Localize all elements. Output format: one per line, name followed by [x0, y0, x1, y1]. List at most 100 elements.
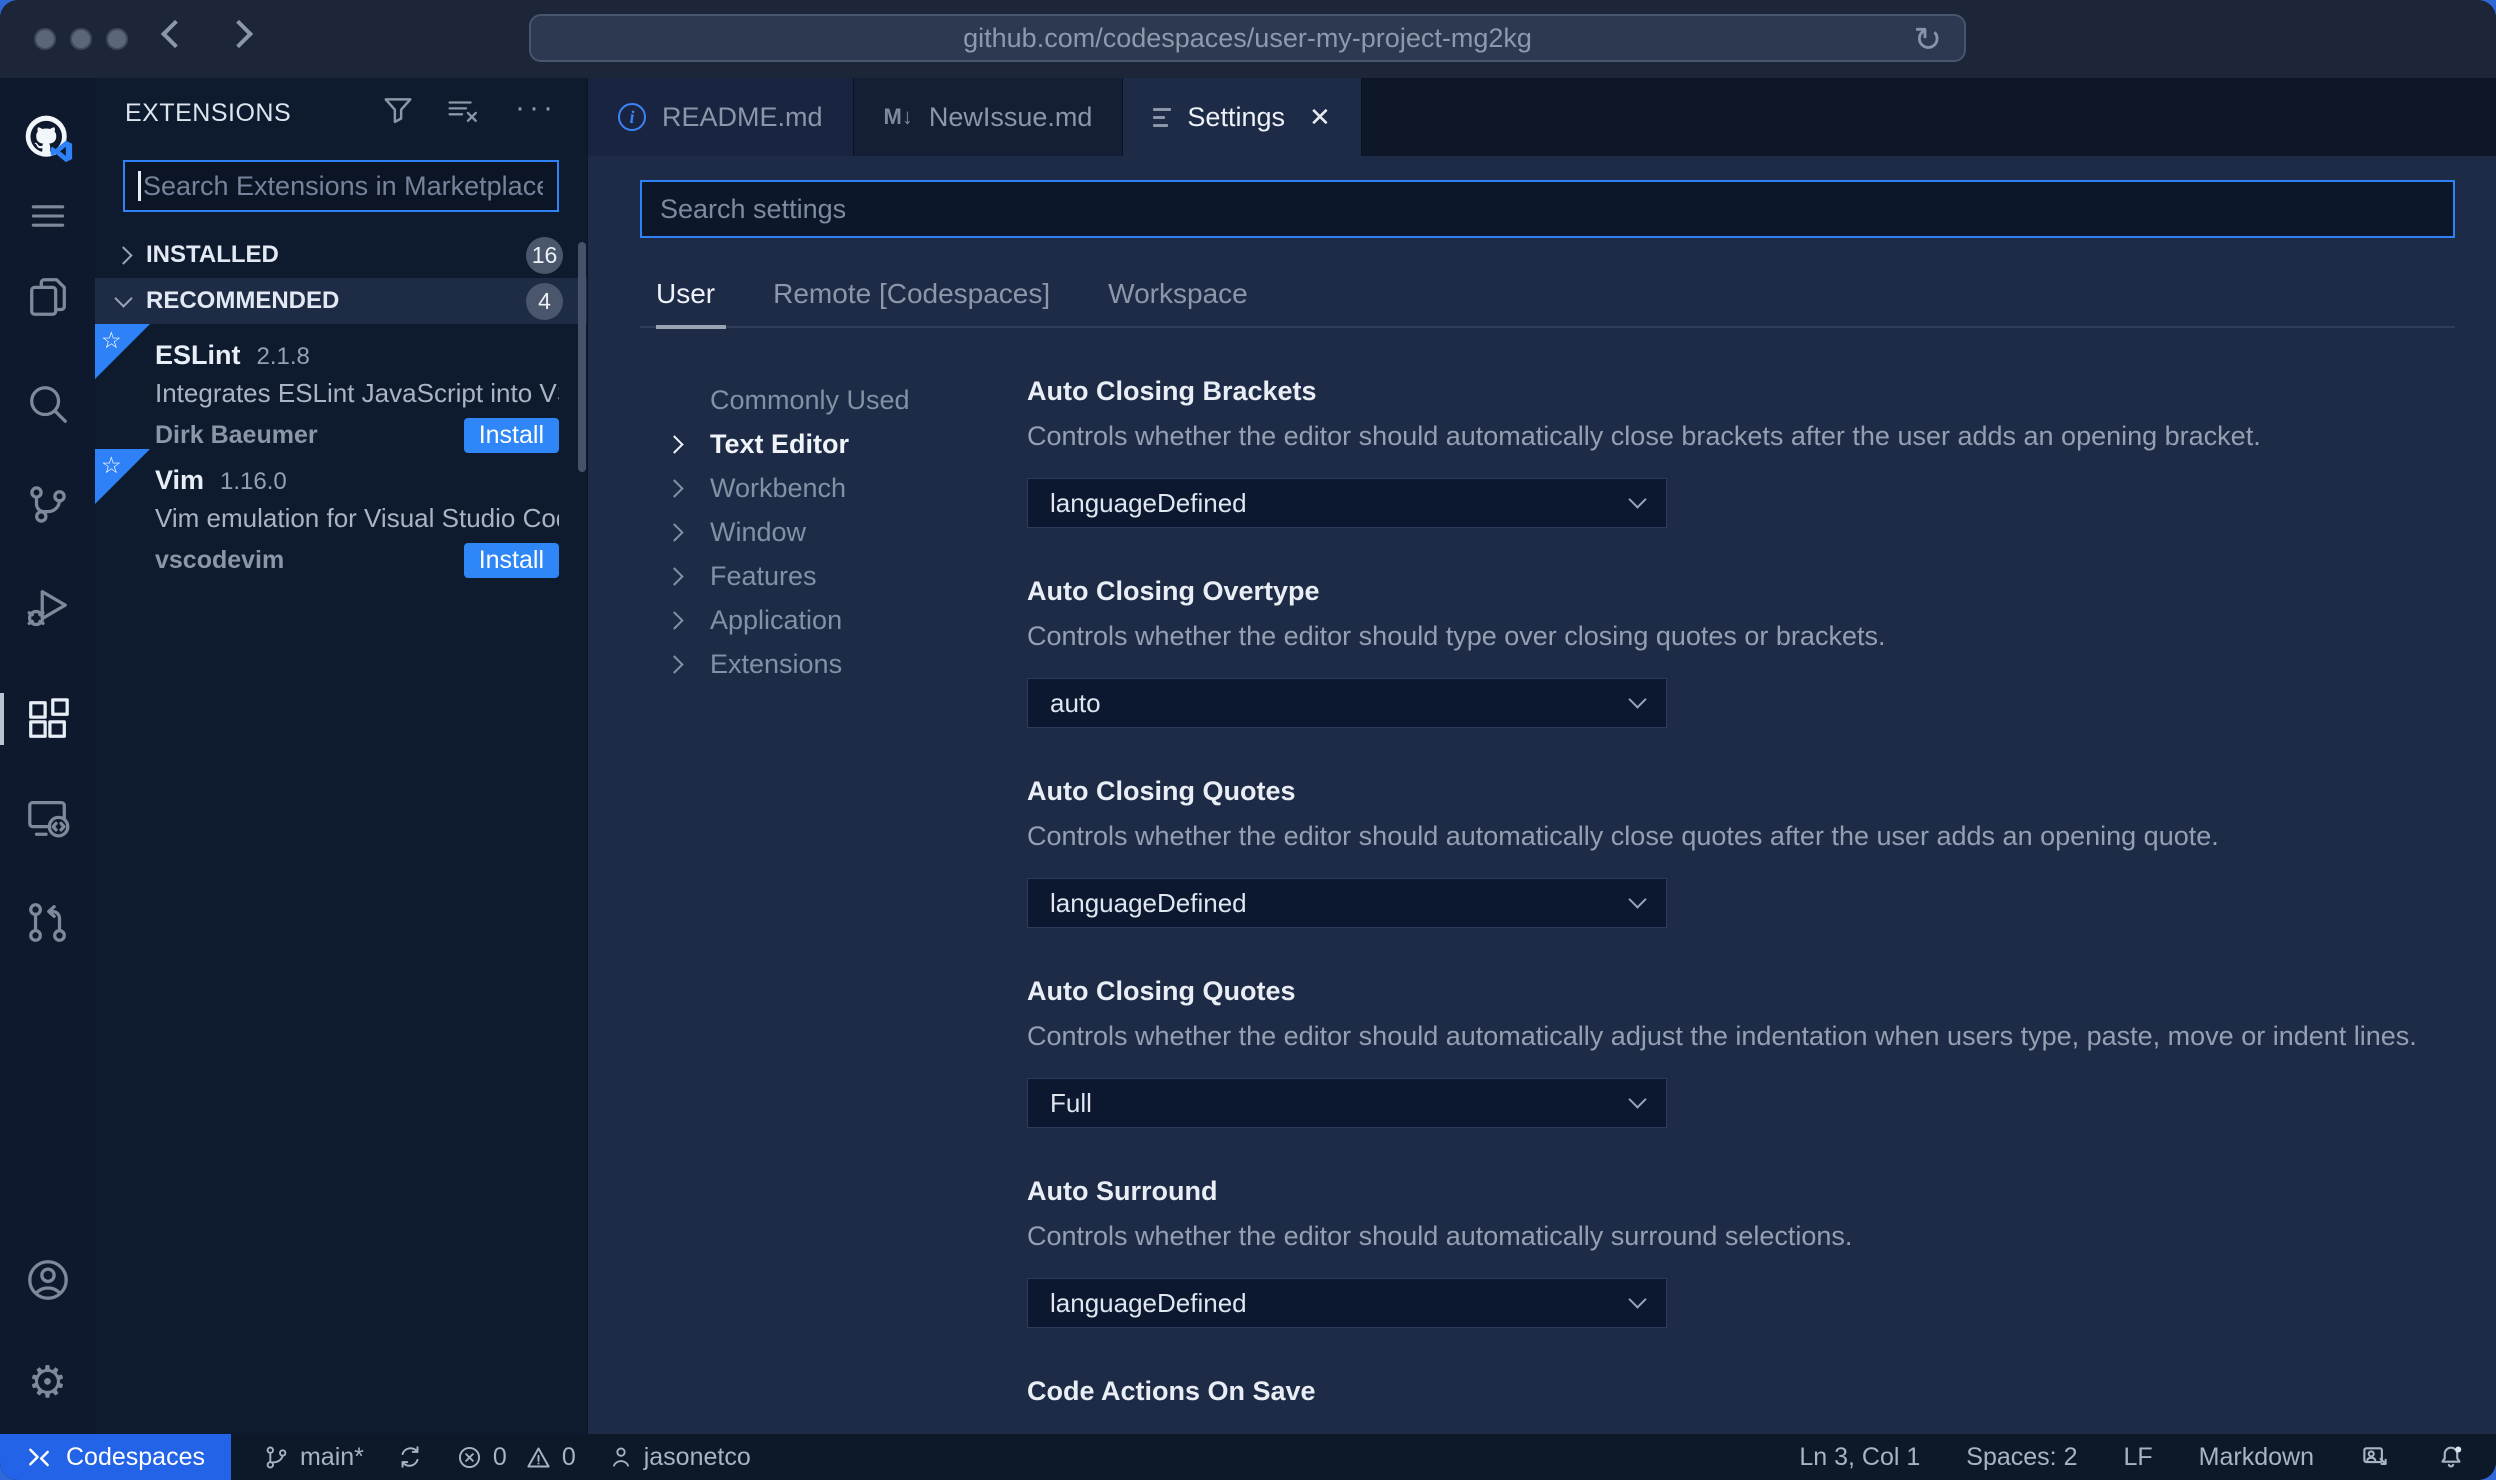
- warning-count: 0: [561, 1442, 576, 1471]
- section-recommended[interactable]: RECOMMENDED 4: [95, 278, 587, 324]
- setting-dropdown[interactable]: languageDefined: [1027, 478, 1667, 528]
- setting-description: Controls whether the editor should autom…: [1027, 821, 2219, 851]
- eol-setting[interactable]: LF: [2123, 1443, 2152, 1472]
- codespaces-remote-button[interactable]: Codespaces: [0, 1434, 231, 1480]
- active-scope-indicator: [656, 325, 726, 329]
- url-text: github.com/codespaces/user-my-project-mg…: [963, 22, 1532, 53]
- setting-description: Controls whether the editor should autom…: [1027, 1021, 2417, 1051]
- setting-dropdown[interactable]: languageDefined: [1027, 878, 1667, 928]
- search-icon[interactable]: [0, 372, 95, 436]
- forward-button[interactable]: [224, 19, 254, 49]
- sidebar-scrollbar[interactable]: [578, 242, 586, 472]
- sync-status[interactable]: [396, 1443, 424, 1471]
- setting-title: Auto Closing Quotes: [1027, 776, 1296, 806]
- extension-card-vim[interactable]: Vim 1.16.0 Vim emulation for Visual Stud…: [95, 449, 587, 578]
- toc-label: Workbench: [710, 472, 847, 503]
- extension-description: Vim emulation for Visual Studio Code...: [155, 503, 559, 533]
- setting-title: Auto Closing Quotes: [1027, 976, 1296, 1006]
- tab-readme[interactable]: README.md: [588, 78, 854, 156]
- toc-window[interactable]: Window: [640, 510, 975, 554]
- tab-settings[interactable]: Settings: [1123, 78, 1362, 156]
- branch-name: main*: [299, 1442, 364, 1471]
- toc-commonly-used[interactable]: Commonly Used: [640, 378, 975, 422]
- setting-auto-closing-quotes: Auto Closing Quotes Controls whether the…: [1027, 776, 2455, 928]
- window-close-button[interactable]: [34, 28, 56, 50]
- toc-label: Extensions: [710, 648, 843, 679]
- extensions-search-input[interactable]: [125, 162, 557, 210]
- dropdown-value: Full: [1050, 1087, 1092, 1118]
- remote-explorer-icon[interactable]: [0, 786, 95, 850]
- section-installed[interactable]: INSTALLED 16: [95, 232, 587, 278]
- notifications-bell-icon[interactable]: [2436, 1442, 2466, 1472]
- section-label: RECOMMENDED: [146, 287, 340, 314]
- window-minimize-button[interactable]: [70, 28, 92, 50]
- extension-name: Vim: [155, 465, 205, 495]
- extensions-header: EXTENSIONS: [95, 78, 587, 148]
- chevron-down-icon: [1628, 1090, 1647, 1109]
- setting-code-actions-on-save: Code Actions On Save: [1027, 1376, 2455, 1407]
- menu-icon[interactable]: [0, 184, 95, 248]
- install-button[interactable]: Install: [463, 418, 559, 453]
- problems-status[interactable]: 0 0: [456, 1443, 576, 1472]
- chevron-down-icon: [1628, 890, 1647, 909]
- setting-dropdown[interactable]: languageDefined: [1027, 1278, 1667, 1328]
- warning-icon: [527, 1447, 550, 1467]
- user-status[interactable]: jasonetco: [608, 1443, 751, 1472]
- filter-icon[interactable]: [383, 96, 413, 131]
- clear-extension-search-icon[interactable]: [447, 96, 481, 131]
- chevron-down-icon: [1628, 490, 1647, 509]
- settings-search-input[interactable]: [642, 182, 2453, 236]
- username: jasonetco: [643, 1442, 751, 1471]
- scope-tab-user[interactable]: User: [656, 278, 715, 310]
- run-debug-icon[interactable]: [0, 576, 95, 640]
- reload-icon[interactable]: [1914, 20, 1943, 60]
- scope-tab-remote[interactable]: Remote [Codespaces]: [773, 278, 1050, 310]
- setting-description: Controls whether the editor should autom…: [1027, 421, 2261, 451]
- explorer-icon[interactable]: [0, 265, 95, 329]
- browser-chrome: github.com/codespaces/user-my-project-mg…: [0, 0, 2496, 78]
- window-maximize-button[interactable]: [106, 28, 128, 50]
- extension-version: 2.1.8: [256, 343, 310, 370]
- star-icon: [101, 452, 122, 479]
- back-button[interactable]: [160, 19, 190, 49]
- toc-text-editor[interactable]: Text Editor: [640, 422, 975, 466]
- toc-extensions[interactable]: Extensions: [640, 642, 975, 686]
- chevron-down-icon: [1628, 1290, 1647, 1309]
- chevron-right-icon: [665, 434, 684, 454]
- pull-request-icon[interactable]: [0, 891, 95, 955]
- extension-card-eslint[interactable]: ESLint 2.1.8 Integrates ESLint JavaScrip…: [95, 324, 587, 453]
- scope-divider: [640, 325, 2455, 329]
- error-icon: [458, 1446, 480, 1468]
- more-actions-icon[interactable]: [515, 100, 557, 127]
- tab-newissue[interactable]: NewIssue.md: [853, 78, 1124, 156]
- settings-gear-icon[interactable]: [0, 1351, 95, 1415]
- tab-label: Settings: [1187, 101, 1285, 132]
- toc-application[interactable]: Application: [640, 598, 975, 642]
- setting-title: Auto Surround: [1027, 1176, 1218, 1206]
- extension-author: Dirk Baeumer: [155, 421, 318, 449]
- dropdown-value: languageDefined: [1050, 1287, 1247, 1318]
- branch-status[interactable]: main*: [263, 1443, 364, 1472]
- account-icon[interactable]: [0, 1248, 95, 1312]
- github-codespaces-logo[interactable]: [0, 106, 95, 170]
- setting-dropdown[interactable]: auto: [1027, 678, 1667, 728]
- toc-workbench[interactable]: Workbench: [640, 466, 975, 510]
- extensions-icon[interactable]: [0, 687, 95, 751]
- toc-features[interactable]: Features: [640, 554, 975, 598]
- dropdown-value: auto: [1050, 687, 1101, 718]
- text-caret: [138, 171, 141, 201]
- source-control-icon[interactable]: [0, 472, 95, 536]
- editor-area: README.md NewIssue.md Settings User: [588, 78, 2496, 1434]
- language-mode[interactable]: Markdown: [2199, 1443, 2314, 1472]
- scope-tab-workspace[interactable]: Workspace: [1108, 278, 1248, 310]
- address-bar[interactable]: github.com/codespaces/user-my-project-mg…: [529, 14, 1966, 62]
- install-button[interactable]: Install: [463, 543, 559, 578]
- setting-dropdown[interactable]: Full: [1027, 1078, 1667, 1128]
- feedback-icon[interactable]: [2360, 1442, 2390, 1472]
- close-icon[interactable]: [1309, 102, 1331, 133]
- cursor-position[interactable]: Ln 3, Col 1: [1799, 1443, 1920, 1472]
- setting-description: Controls whether the editor should autom…: [1027, 1221, 1853, 1251]
- indentation-setting[interactable]: Spaces: 2: [1966, 1443, 2077, 1472]
- chevron-right-icon: [665, 522, 684, 542]
- error-count: 0: [492, 1442, 507, 1471]
